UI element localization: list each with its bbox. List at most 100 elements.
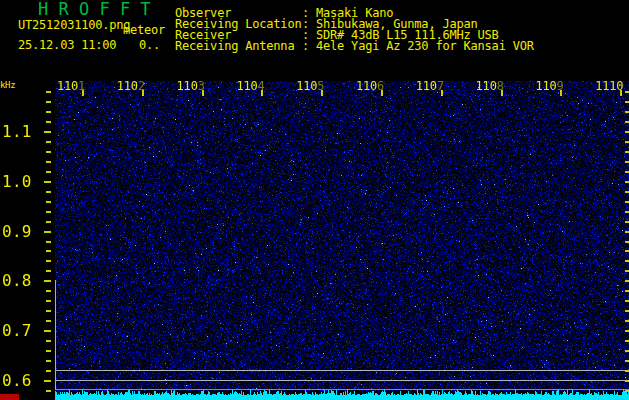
frequency-tick-left bbox=[44, 131, 51, 133]
frequency-tick-right bbox=[625, 181, 629, 183]
station-info-colon: : bbox=[302, 40, 309, 52]
frequency-tick-left bbox=[46, 310, 51, 312]
frequency-tick-right bbox=[625, 121, 629, 123]
station-info-value: 4ele Yagi Az 230 for Kansai VOR bbox=[316, 40, 534, 52]
frequency-tick-left bbox=[46, 260, 51, 262]
frequency-label: 0.8 bbox=[2, 273, 32, 289]
frequency-tick-right bbox=[625, 290, 629, 292]
frequency-tick-right bbox=[625, 330, 629, 332]
frequency-tick-left bbox=[46, 300, 51, 302]
frequency-tick-left bbox=[44, 231, 51, 233]
frequency-tick-left bbox=[46, 171, 51, 173]
frequency-tick-right bbox=[625, 151, 629, 153]
time-tick bbox=[261, 90, 263, 96]
frequency-tick-left bbox=[46, 211, 51, 213]
frequency-tick-left bbox=[46, 151, 51, 153]
time-label: 1107 bbox=[416, 80, 444, 92]
frequency-tick-left bbox=[46, 390, 51, 392]
frequency-label: 0.9 bbox=[2, 224, 32, 240]
datetime-label: 25.12.03 11:00 bbox=[18, 39, 116, 51]
time-tick bbox=[501, 90, 503, 96]
frequency-tick-right bbox=[625, 390, 629, 392]
frequency-tick-right bbox=[625, 231, 629, 233]
time-tick bbox=[142, 90, 144, 96]
spectrogram-noise bbox=[55, 81, 629, 391]
frequency-tick-left bbox=[44, 380, 51, 382]
time-tick bbox=[321, 90, 323, 96]
time-label: 1109 bbox=[535, 80, 563, 92]
frequency-tick-right bbox=[625, 380, 629, 382]
saturation-red-block bbox=[0, 394, 19, 400]
time-tick bbox=[381, 90, 383, 96]
time-tick bbox=[82, 90, 84, 96]
frequency-tick-left bbox=[46, 241, 51, 243]
frequency-tick-right bbox=[625, 131, 629, 133]
frequency-tick-right bbox=[625, 221, 629, 223]
frequency-tick-left bbox=[46, 91, 51, 93]
frequency-tick-right bbox=[625, 241, 629, 243]
station-info-label: Receiving Antenna bbox=[175, 40, 294, 52]
frequency-label: 1.0 bbox=[2, 174, 32, 190]
time-label: 1103 bbox=[177, 80, 205, 92]
frequency-tick-left bbox=[46, 111, 51, 113]
frequency-tick-left bbox=[44, 181, 51, 183]
frequency-label: 0.6 bbox=[2, 373, 32, 389]
frequency-tick-left bbox=[46, 370, 51, 372]
frequency-tick-right bbox=[625, 300, 629, 302]
plot-left-edge-line bbox=[55, 280, 56, 390]
frequency-tick-right bbox=[625, 201, 629, 203]
frequency-tick-left bbox=[44, 280, 51, 282]
frequency-tick-left bbox=[46, 270, 51, 272]
signal-level-strip bbox=[55, 390, 629, 400]
frequency-tick-left bbox=[46, 101, 51, 103]
frequency-tick-left bbox=[46, 290, 51, 292]
time-tick bbox=[441, 90, 443, 96]
frequency-label: 1.1 bbox=[2, 124, 32, 140]
frequency-tick-right bbox=[625, 310, 629, 312]
frequency-tick-right bbox=[625, 191, 629, 193]
frequency-tick-right bbox=[625, 270, 629, 272]
frequency-tick-left bbox=[46, 121, 51, 123]
frequency-tick-right bbox=[625, 350, 629, 352]
time-label: 1101 bbox=[57, 80, 85, 92]
frequency-tick-right bbox=[625, 171, 629, 173]
time-label: 1102 bbox=[117, 80, 145, 92]
frequency-tick-left bbox=[46, 360, 51, 362]
frequency-tick-right bbox=[625, 101, 629, 103]
reference-line-middle bbox=[55, 380, 629, 381]
frequency-tick-left bbox=[46, 201, 51, 203]
frequency-label: 0.7 bbox=[2, 323, 32, 339]
reference-line-upper bbox=[55, 370, 629, 371]
khz-unit-label: kHz bbox=[0, 80, 15, 90]
frequency-tick-right bbox=[625, 141, 629, 143]
frequency-tick-right bbox=[625, 91, 629, 93]
reference-line-lower bbox=[55, 389, 629, 390]
frequency-tick-left bbox=[46, 340, 51, 342]
frequency-tick-left bbox=[44, 330, 51, 332]
frequency-tick-right bbox=[625, 360, 629, 362]
hrofft-screen: H R O F F T UT2512031100.png meteor 25.1… bbox=[0, 0, 629, 400]
frequency-tick-right bbox=[625, 340, 629, 342]
time-label: 1108 bbox=[476, 80, 504, 92]
frequency-tick-right bbox=[625, 211, 629, 213]
time-tick bbox=[560, 90, 562, 96]
time-tick bbox=[620, 90, 622, 96]
frequency-tick-right bbox=[625, 280, 629, 282]
band-name-label: meteor bbox=[123, 24, 165, 36]
frequency-tick-left bbox=[46, 350, 51, 352]
frequency-tick-left bbox=[46, 320, 51, 322]
app-title: H R O F F T bbox=[38, 1, 151, 18]
frequency-tick-left bbox=[46, 221, 51, 223]
file-name-label: UT2512031100.png bbox=[18, 19, 130, 31]
time-label: 1104 bbox=[236, 80, 264, 92]
frequency-tick-right bbox=[625, 370, 629, 372]
frequency-tick-right bbox=[625, 260, 629, 262]
frequency-tick-right bbox=[625, 320, 629, 322]
frequency-tick-right bbox=[625, 161, 629, 163]
time-label: 1106 bbox=[356, 80, 384, 92]
time-label: 1105 bbox=[296, 80, 324, 92]
time-tick bbox=[202, 90, 204, 96]
frequency-tick-left bbox=[46, 141, 51, 143]
frequency-tick-left bbox=[46, 250, 51, 252]
echo-counter: 0.. bbox=[139, 39, 160, 51]
